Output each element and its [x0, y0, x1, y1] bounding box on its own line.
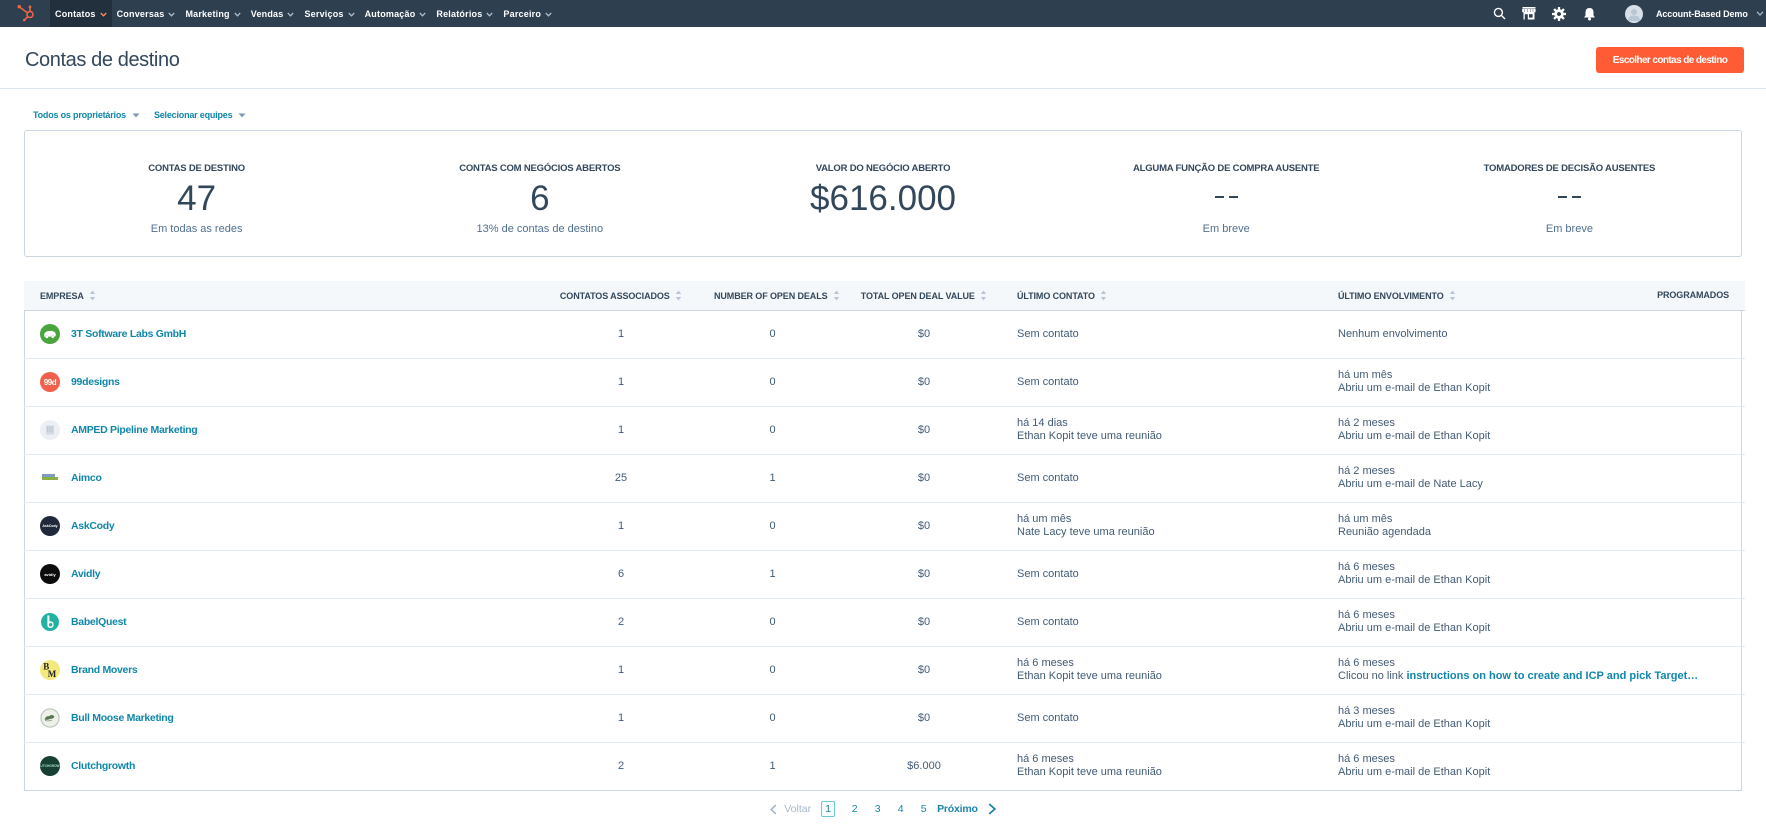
- svg-text:M: M: [48, 669, 57, 679]
